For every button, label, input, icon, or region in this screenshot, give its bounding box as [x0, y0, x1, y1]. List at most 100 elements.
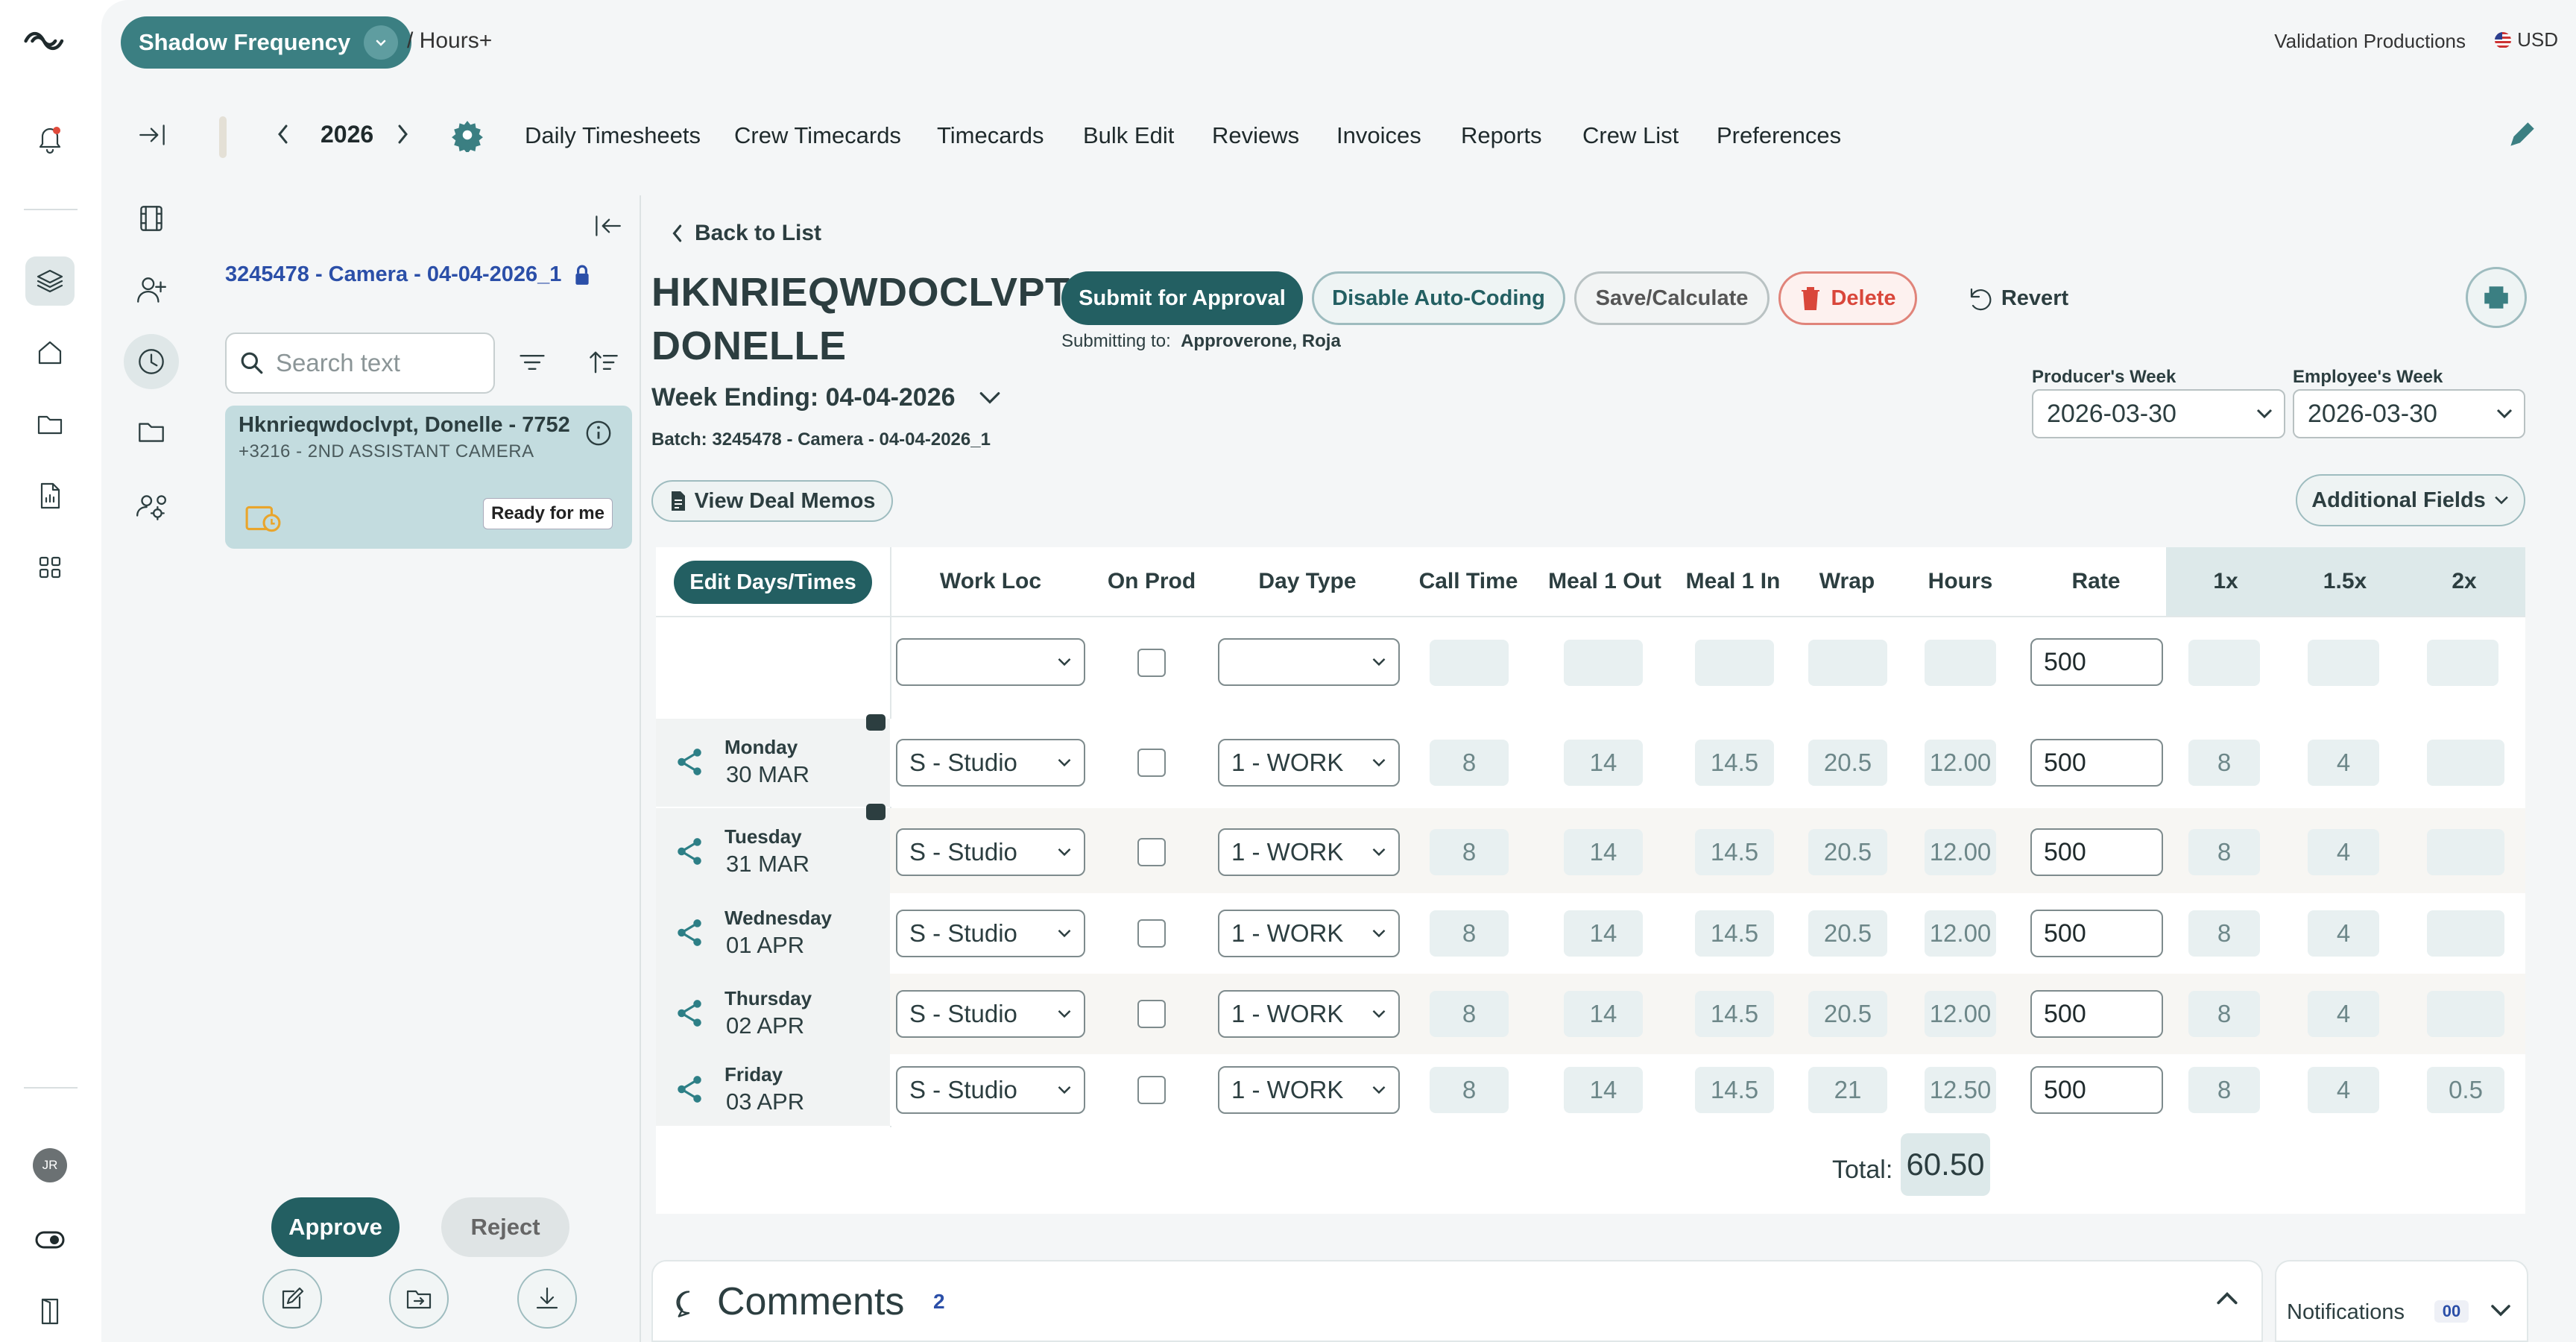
producers-week-select[interactable]: 2026-03-30 [2032, 389, 2285, 438]
day-type-select[interactable]: 1 - WORK [1218, 739, 1400, 787]
back-to-list-link[interactable]: Back to List [671, 221, 821, 246]
share-icon[interactable] [674, 1074, 705, 1105]
share-icon[interactable] [674, 998, 705, 1029]
meal-in-cell[interactable]: 14.5 [1695, 991, 1774, 1037]
share-icon[interactable] [674, 917, 705, 948]
rate-input[interactable]: 500 [2030, 828, 2163, 876]
employees-week-select[interactable]: 2026-03-30 [2293, 389, 2525, 438]
additional-fields-button[interactable]: Additional Fields [2296, 474, 2525, 526]
work-loc-select[interactable]: S - Studio [896, 739, 1085, 787]
day-type-select[interactable]: 1 - WORK [1218, 1066, 1400, 1114]
day-type-select[interactable]: 1 - WORK [1218, 910, 1400, 957]
layers-icon[interactable] [25, 256, 75, 306]
approve-button[interactable]: Approve [271, 1197, 400, 1257]
comment-note-icon[interactable] [866, 714, 886, 731]
wrap-cell[interactable]: 20.5 [1808, 740, 1887, 786]
meal-in-cell[interactable]: 14.5 [1695, 1067, 1774, 1113]
nav-reviews[interactable]: Reviews [1212, 122, 1299, 149]
folder-icon[interactable] [134, 415, 168, 449]
reject-button[interactable]: Reject [441, 1197, 569, 1257]
week-ending-selector[interactable]: Week Ending: 04-04-2026 [651, 383, 1002, 412]
edit-days-times-button[interactable]: Edit Days/Times [674, 561, 872, 604]
default-meal-in[interactable] [1695, 640, 1774, 686]
film-icon[interactable] [134, 201, 168, 236]
comment-note-icon[interactable] [866, 804, 886, 820]
delete-button[interactable]: Delete [1778, 271, 1917, 325]
currency-selector[interactable]: USD [2495, 28, 2558, 51]
next-year-icon[interactable] [395, 122, 410, 146]
info-icon[interactable] [584, 419, 613, 447]
users-settings-icon[interactable] [134, 489, 168, 523]
notifications-panel[interactable]: Notifications 00 [2275, 1260, 2528, 1342]
move-folder-icon[interactable] [389, 1269, 449, 1329]
on-prod-checkbox[interactable] [1137, 1000, 1166, 1028]
day-type-select[interactable]: 1 - WORK [1218, 828, 1400, 876]
meal-in-cell[interactable]: 14.5 [1695, 829, 1774, 875]
default-on-prod-checkbox[interactable] [1137, 649, 1166, 677]
rate-input[interactable]: 500 [2030, 739, 2163, 787]
nav-crew-timecards[interactable]: Crew Timecards [734, 122, 901, 149]
share-icon[interactable] [674, 746, 705, 778]
wrap-cell[interactable]: 21 [1808, 1067, 1887, 1113]
on-prod-checkbox[interactable] [1137, 919, 1166, 948]
folder-icon[interactable] [25, 400, 75, 449]
print-button[interactable] [2466, 267, 2527, 328]
sort-icon[interactable] [587, 346, 620, 379]
nav-daily-timesheets[interactable]: Daily Timesheets [525, 122, 701, 149]
notifications-bell-icon[interactable] [25, 113, 75, 163]
work-loc-select[interactable]: S - Studio [896, 990, 1085, 1038]
meal-out-cell[interactable]: 14 [1564, 910, 1643, 957]
add-user-icon[interactable] [134, 273, 168, 307]
submit-for-approval-button[interactable]: Submit for Approval [1061, 271, 1303, 325]
download-icon[interactable] [517, 1269, 577, 1329]
rate-input[interactable]: 500 [2030, 910, 2163, 957]
disable-auto-coding-button[interactable]: Disable Auto-Coding [1312, 271, 1565, 325]
search-input[interactable]: Search text [225, 333, 495, 394]
default-rate-input[interactable]: 500 [2030, 638, 2163, 686]
default-day-type-select[interactable] [1218, 638, 1400, 686]
wrap-cell[interactable]: 20.5 [1808, 829, 1887, 875]
work-loc-select[interactable]: S - Studio [896, 1066, 1085, 1114]
call-time-cell[interactable]: 8 [1430, 829, 1509, 875]
on-prod-checkbox[interactable] [1137, 1076, 1166, 1104]
home-icon[interactable] [25, 328, 75, 377]
meal-out-cell[interactable]: 14 [1564, 829, 1643, 875]
nav-bulk-edit[interactable]: Bulk Edit [1083, 122, 1174, 149]
meal-out-cell[interactable]: 14 [1564, 740, 1643, 786]
report-document-icon[interactable] [25, 471, 75, 520]
collapse-comments-icon[interactable] [2215, 1290, 2239, 1306]
default-wrap[interactable] [1808, 640, 1887, 686]
wrap-cell[interactable]: 20.5 [1808, 991, 1887, 1037]
nav-preferences[interactable]: Preferences [1717, 122, 1841, 149]
call-time-cell[interactable]: 8 [1430, 991, 1509, 1037]
meal-in-cell[interactable]: 14.5 [1695, 740, 1774, 786]
timecards-clock-icon[interactable] [124, 334, 179, 389]
wrap-cell[interactable]: 20.5 [1808, 910, 1887, 957]
work-loc-select[interactable]: S - Studio [896, 910, 1085, 957]
rate-input[interactable]: 500 [2030, 990, 2163, 1038]
view-deal-memos-button[interactable]: View Deal Memos [651, 480, 893, 522]
default-call-time[interactable] [1430, 640, 1509, 686]
rate-input[interactable]: 500 [2030, 1066, 2163, 1114]
collapse-panel-icon[interactable] [590, 209, 625, 243]
timecard-list-item[interactable]: Hknrieqwdoclvpt, Donelle - 7752 +3216 - … [225, 406, 632, 549]
day-type-select[interactable]: 1 - WORK [1218, 990, 1400, 1038]
on-prod-checkbox[interactable] [1137, 749, 1166, 777]
nav-invoices[interactable]: Invoices [1336, 122, 1421, 149]
edit-pencil-icon[interactable] [2504, 118, 2539, 152]
save-calculate-button[interactable]: Save/Calculate [1574, 271, 1770, 325]
app-logo-icon[interactable] [21, 16, 70, 66]
meal-in-cell[interactable]: 14.5 [1695, 910, 1774, 957]
call-time-cell[interactable]: 8 [1430, 740, 1509, 786]
edit-note-icon[interactable] [262, 1269, 322, 1329]
logout-door-icon[interactable] [25, 1287, 75, 1336]
work-loc-select[interactable]: S - Studio [896, 828, 1085, 876]
avatar[interactable]: JR [25, 1141, 75, 1190]
project-selector[interactable]: Shadow Frequency [121, 16, 412, 69]
nav-timecards[interactable]: Timecards [937, 122, 1044, 149]
filter-icon[interactable] [516, 346, 549, 379]
meal-out-cell[interactable]: 14 [1564, 991, 1643, 1037]
apps-grid-icon[interactable] [25, 543, 75, 592]
call-time-cell[interactable]: 8 [1430, 1067, 1509, 1113]
default-work-loc-select[interactable] [896, 638, 1085, 686]
